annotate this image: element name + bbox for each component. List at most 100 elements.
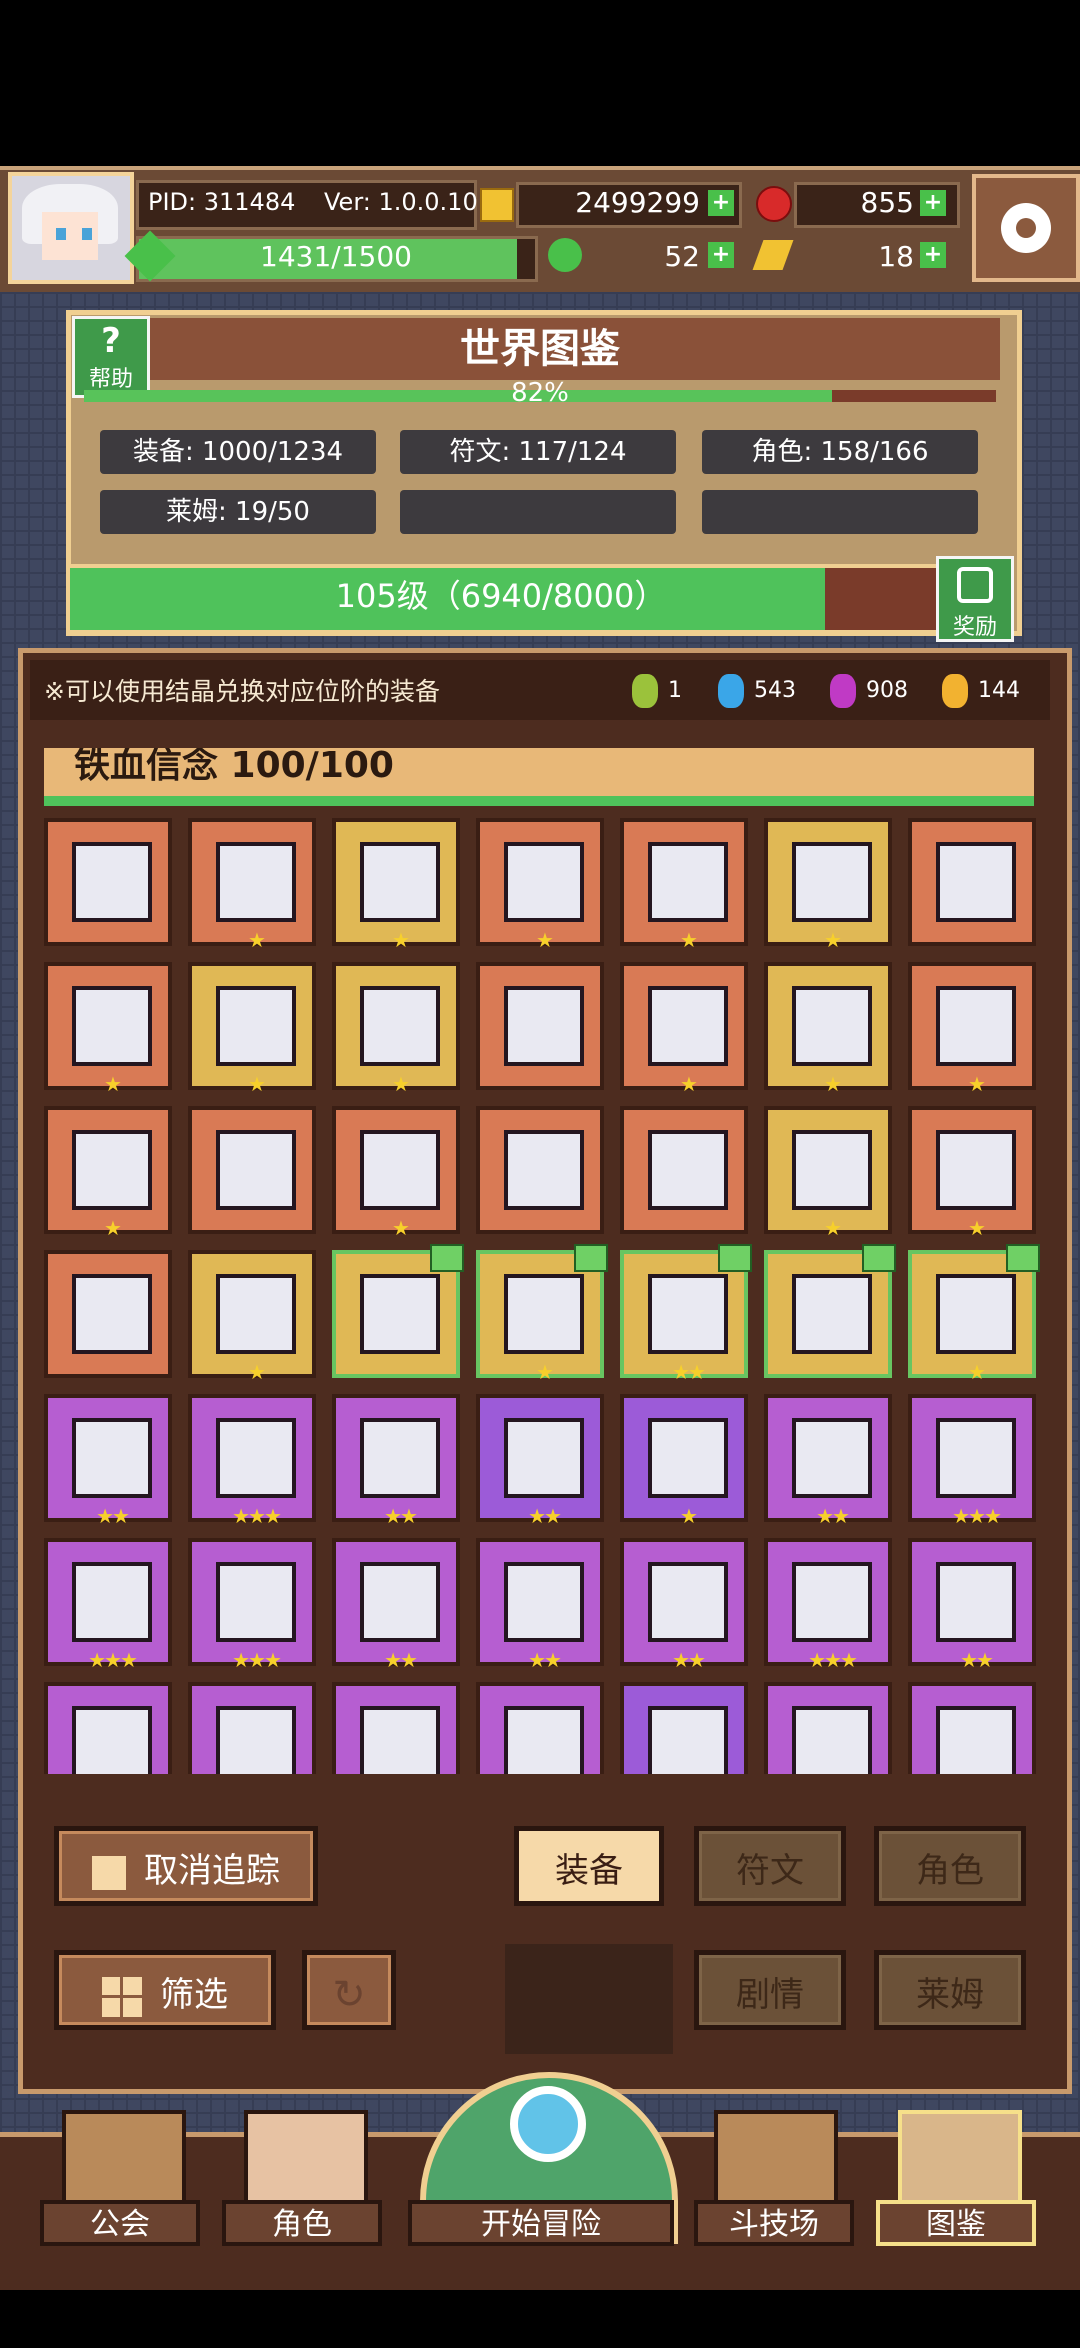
equipment-slot[interactable]: ★ <box>44 1106 172 1240</box>
tab-rune[interactable]: 符文 <box>694 1826 846 1906</box>
equipment-slot[interactable]: ★ <box>908 1106 1036 1240</box>
equipment-item-icon <box>72 842 152 922</box>
equipment-slot[interactable]: ★ <box>188 962 316 1096</box>
help-button[interactable]: ? 帮助 <box>72 316 150 398</box>
equipment-item-icon <box>792 1418 872 1498</box>
equipment-item-icon <box>72 1274 152 1354</box>
equipment-slot[interactable] <box>908 1682 1036 1774</box>
star-rating: ★ <box>680 1072 698 1096</box>
equipment-slot[interactable] <box>332 1682 460 1774</box>
help-label: 帮助 <box>88 367 133 392</box>
equipment-slot[interactable]: ★ <box>620 1394 748 1528</box>
equipment-slot[interactable]: ★ <box>44 962 172 1096</box>
star-rating: ★★★ <box>88 1648 138 1672</box>
untrack-button[interactable]: 取消追踪 <box>54 1826 318 1906</box>
tab-slime[interactable]: 莱姆 <box>874 1950 1026 2030</box>
filter-label: 筛选 <box>160 1975 228 2015</box>
equipment-slot[interactable]: ★ <box>764 818 892 952</box>
equipment-slot[interactable]: ★ <box>764 1106 892 1240</box>
star-rating: ★ <box>104 1072 122 1096</box>
reset-button[interactable]: ↻ <box>302 1950 396 2030</box>
equipment-slot[interactable]: ★ <box>908 1244 1040 1384</box>
equipment-slot[interactable]: ★ <box>908 962 1036 1096</box>
nav-codex[interactable]: 图鉴 <box>876 2200 1036 2246</box>
equipment-slot[interactable]: ★★ <box>620 1538 748 1672</box>
equipment-slot[interactable]: ★ <box>620 818 748 952</box>
equipment-slot[interactable] <box>908 818 1036 946</box>
equipment-slot[interactable] <box>44 818 172 946</box>
equipment-item-icon <box>504 1706 584 1774</box>
equipment-slot[interactable]: ★★★ <box>188 1394 316 1528</box>
equipment-slot[interactable]: ★★ <box>332 1394 460 1528</box>
star-rating: ★★ <box>384 1648 418 1672</box>
equipment-slot[interactable]: ★ <box>476 818 604 952</box>
equipment-item-icon <box>360 1706 440 1774</box>
equipment-slot[interactable] <box>332 1244 464 1378</box>
equipment-slot[interactable] <box>44 1250 172 1378</box>
equipment-item-icon <box>72 1130 152 1210</box>
equipment-slot[interactable]: ★ <box>620 962 748 1096</box>
add-clover-button[interactable]: + <box>708 242 734 268</box>
empty-tab-slot <box>505 1944 673 2054</box>
equipment-slot[interactable] <box>188 1682 316 1774</box>
equipment-slot[interactable]: ★★ <box>620 1244 752 1384</box>
equipment-slot[interactable]: ★★ <box>764 1394 892 1528</box>
star-rating: ★★★ <box>232 1504 282 1528</box>
filter-button[interactable]: 筛选 <box>54 1950 276 2030</box>
stat-equipment: 装备: 1000/1234 <box>100 430 376 474</box>
equipment-slot[interactable]: ★ <box>332 1106 460 1240</box>
tab-story[interactable]: 剧情 <box>694 1950 846 2030</box>
equipment-item-icon <box>792 842 872 922</box>
equipment-slot[interactable]: ★★★ <box>44 1538 172 1672</box>
equipment-slot[interactable]: ★ <box>188 1250 316 1384</box>
star-rating: ★ <box>248 1360 266 1384</box>
equipment-slot[interactable]: ★★ <box>476 1538 604 1672</box>
add-ticket-button[interactable]: + <box>920 242 946 268</box>
reward-icon <box>957 567 993 603</box>
settings-gear-button[interactable] <box>972 174 1080 282</box>
equipment-slot[interactable] <box>476 1682 604 1774</box>
equipment-slot[interactable] <box>620 1682 748 1774</box>
nav-guild[interactable]: 公会 <box>40 2200 200 2246</box>
ruby-amount: 855 <box>860 186 914 219</box>
equipment-slot[interactable] <box>764 1244 896 1378</box>
equipment-slot[interactable]: ★★ <box>332 1538 460 1672</box>
nav-start-adventure[interactable]: 开始冒险 <box>408 2200 674 2246</box>
equipment-set-header[interactable]: 铁血信念 100/100 <box>44 748 1034 796</box>
ticket-amount: 18 <box>878 240 914 273</box>
equipment-slot[interactable] <box>188 1106 316 1234</box>
equipment-slot[interactable]: ★ <box>476 1244 608 1384</box>
tab-equipment[interactable]: 装备 <box>514 1826 664 1906</box>
equipment-slot[interactable]: ★ <box>764 962 892 1096</box>
equipment-slot[interactable] <box>476 1106 604 1234</box>
player-id: PID: 311484 <box>148 188 296 216</box>
equipment-slot[interactable]: ★★ <box>476 1394 604 1528</box>
tab-character[interactable]: 角色 <box>874 1826 1026 1906</box>
nav-arena[interactable]: 斗技场 <box>694 2200 854 2246</box>
equipment-slot[interactable] <box>620 1106 748 1234</box>
equipment-slot[interactable]: ★★★ <box>188 1538 316 1672</box>
equipment-slot[interactable]: ★★ <box>908 1538 1036 1672</box>
purple-crystal-icon <box>830 674 856 708</box>
equipment-set-title: 铁血信念 100/100 <box>74 748 394 786</box>
equipment-slot[interactable] <box>44 1682 172 1774</box>
equipment-item-icon <box>936 986 1016 1066</box>
equipment-slot[interactable] <box>764 1682 892 1774</box>
equipment-slot[interactable] <box>476 962 604 1090</box>
equipment-slot[interactable]: ★★★ <box>908 1394 1036 1528</box>
nav-character[interactable]: 角色 <box>222 2200 382 2246</box>
codex-title: 世界图鉴 <box>460 326 620 372</box>
tracked-flag-icon <box>574 1244 608 1272</box>
equipment-slot[interactable]: ★ <box>332 818 460 952</box>
equipment-slot[interactable]: ★ <box>332 962 460 1096</box>
add-gold-button[interactable]: + <box>708 190 734 216</box>
equipment-slot[interactable]: ★★★ <box>764 1538 892 1672</box>
add-ruby-button[interactable]: + <box>920 190 946 216</box>
equipment-slot[interactable]: ★★ <box>44 1394 172 1528</box>
codex-progress-fill <box>84 390 832 402</box>
star-rating: ★ <box>968 1216 986 1240</box>
reward-button[interactable]: 奖励 <box>936 556 1014 642</box>
player-avatar[interactable] <box>8 172 134 284</box>
star-rating: ★ <box>392 1072 410 1096</box>
equipment-slot[interactable]: ★ <box>188 818 316 952</box>
